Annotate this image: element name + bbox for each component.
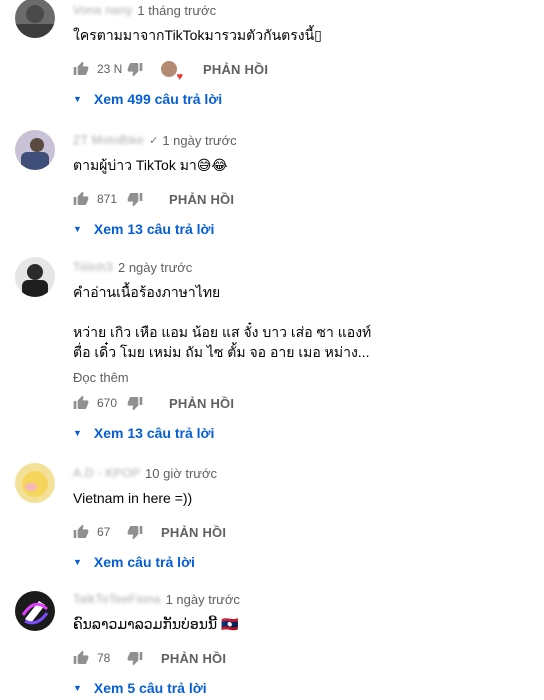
like-count: 871 xyxy=(97,192,118,206)
thumb-up-icon[interactable] xyxy=(73,524,89,540)
like-count: 23 N xyxy=(97,62,123,76)
comment-text: ตามผู้บ่าว TikTok มา😅😂 xyxy=(73,157,228,173)
comment-text: Vietnam in here =)) xyxy=(73,490,193,506)
thumb-up-icon[interactable] xyxy=(73,650,89,666)
view-replies-label: Xem 13 câu trả lời xyxy=(93,221,215,237)
action-toolbar: 23 N ♥ PHẢN HỒI xyxy=(73,57,536,83)
author-name[interactable]: Tiiiinh3 xyxy=(73,260,113,274)
avatar[interactable] xyxy=(15,130,55,170)
thumb-down-icon[interactable] xyxy=(127,524,143,540)
thumb-down-icon[interactable] xyxy=(127,61,143,77)
reply-button[interactable]: PHẢN HỒI xyxy=(161,525,226,540)
caret-down-icon: ▼ xyxy=(73,428,82,438)
heart-icon: ♥ xyxy=(176,71,183,83)
comment-header: Vona nany 1 tháng trước xyxy=(73,0,536,20)
reply-button[interactable]: PHẢN HỒI xyxy=(169,396,234,411)
author-name[interactable]: ZT MotoBike xyxy=(73,133,144,147)
comment-text: ຄົນລາວມາລວມກັນບ່ອນນີ້ 🇱🇦 xyxy=(73,616,239,632)
view-replies-button[interactable]: ▼ Xem 13 câu trả lời xyxy=(73,421,536,445)
comment-time[interactable]: 10 giờ trước xyxy=(145,466,217,481)
comment-header: ZT MotoBike ✓ 1 ngày trước xyxy=(73,130,536,150)
reply-button[interactable]: PHẢN HỒI xyxy=(169,192,234,207)
comment-header: TalkToTeeFiona 1 ngày trước xyxy=(73,589,536,609)
comment-time[interactable]: 2 ngày trước xyxy=(118,260,192,275)
thumb-down-icon[interactable] xyxy=(127,191,143,207)
thumb-down-icon[interactable] xyxy=(127,395,143,411)
verified-check-icon: ✓ xyxy=(149,134,159,147)
caret-down-icon: ▼ xyxy=(73,94,82,104)
thumb-up-icon[interactable] xyxy=(73,61,89,77)
view-replies-label: Xem câu trả lời xyxy=(93,554,195,570)
avatar[interactable] xyxy=(15,0,55,38)
view-replies-label: Xem 13 câu trả lời xyxy=(93,425,215,441)
read-more-link[interactable]: Đọc thêm xyxy=(73,370,536,385)
like-count: 670 xyxy=(97,396,118,410)
comment-time[interactable]: 1 tháng trước xyxy=(137,3,216,18)
view-replies-button[interactable]: ▼ Xem 499 câu trả lời xyxy=(73,87,536,111)
action-toolbar: 670 PHẢN HỒI xyxy=(73,391,536,415)
comment-text: คำอ่านเนื้อร้องภาษาไทย หว่าย เกิว เหือ แ… xyxy=(73,284,372,360)
like-count: 78 xyxy=(97,651,111,665)
view-replies-label: Xem 5 câu trả lời xyxy=(93,680,207,696)
creator-avatar xyxy=(161,61,177,77)
view-replies-button[interactable]: ▼ Xem 13 câu trả lời xyxy=(73,217,536,241)
author-name[interactable]: Vona nany xyxy=(73,3,132,17)
author-name[interactable]: TalkToTeeFiona xyxy=(73,592,161,606)
comment-header: A.D - KPOP 10 giờ trước xyxy=(73,463,536,483)
avatar[interactable] xyxy=(15,257,55,297)
comment-text: ใครตามมาจากTikTokมารวมตัวกันตรงนี้▯ xyxy=(73,27,322,43)
view-replies-button[interactable]: ▼ Xem câu trả lời xyxy=(73,550,536,574)
thumb-down-icon[interactable] xyxy=(127,650,143,666)
caret-down-icon: ▼ xyxy=(73,224,82,234)
thumb-up-icon[interactable] xyxy=(73,395,89,411)
like-count: 67 xyxy=(97,525,111,539)
avatar[interactable] xyxy=(15,463,55,503)
reply-button[interactable]: PHẢN HỒI xyxy=(161,651,226,666)
action-toolbar: 871 PHẢN HỒI xyxy=(73,187,536,211)
author-name[interactable]: A.D - KPOP xyxy=(73,466,140,480)
comment-header: Tiiiinh3 2 ngày trước xyxy=(73,257,536,277)
view-replies-button[interactable]: ▼ Xem 5 câu trả lời xyxy=(73,676,536,700)
caret-down-icon: ▼ xyxy=(73,557,82,567)
creator-heart-badge: ♥ xyxy=(161,61,183,83)
reply-button[interactable]: PHẢN HỒI xyxy=(203,62,268,77)
action-toolbar: 67 PHẢN HỒI xyxy=(73,520,536,544)
comment-time[interactable]: 1 ngày trước xyxy=(162,133,236,148)
action-toolbar: 78 PHẢN HỒI xyxy=(73,646,536,670)
comment-time[interactable]: 1 ngày trước xyxy=(166,592,240,607)
avatar[interactable] xyxy=(15,591,55,631)
thumb-up-icon[interactable] xyxy=(73,191,89,207)
caret-down-icon: ▼ xyxy=(73,683,82,693)
view-replies-label: Xem 499 câu trả lời xyxy=(93,91,223,107)
